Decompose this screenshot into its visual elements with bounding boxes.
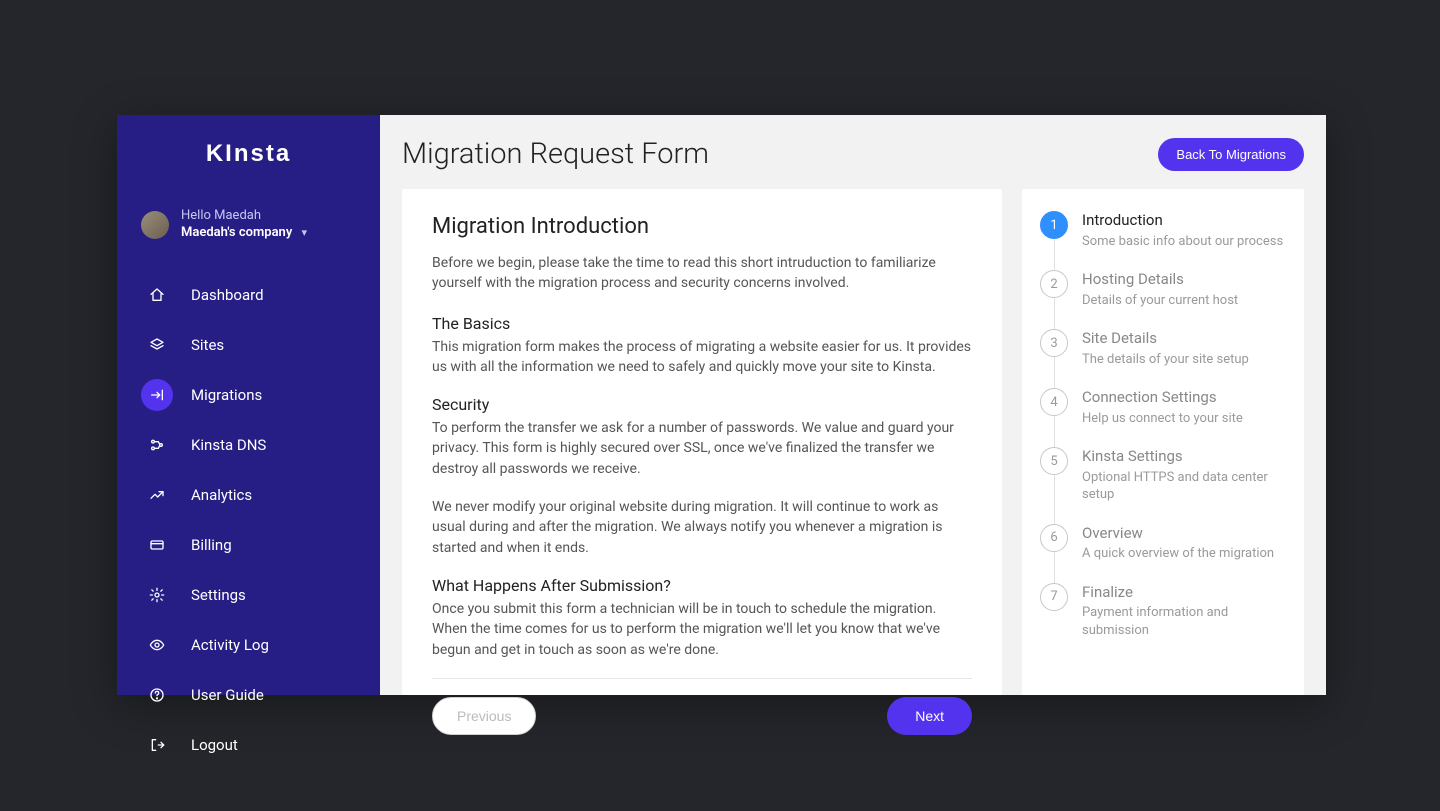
step-item[interactable]: 2 Hosting Details Details of your current … bbox=[1040, 270, 1286, 329]
gear-icon bbox=[141, 579, 173, 611]
step-description: The details of your site setup bbox=[1082, 351, 1286, 369]
section-heading: Security bbox=[432, 395, 972, 414]
step-number: 4 bbox=[1040, 388, 1068, 416]
sidebar-item-settings[interactable]: Settings bbox=[117, 570, 380, 620]
step-description: Payment information and submission bbox=[1082, 604, 1286, 639]
step-description: Some basic info about our process bbox=[1082, 233, 1286, 251]
step-connector bbox=[1054, 239, 1055, 272]
sidebar-item-label: Logout bbox=[191, 736, 238, 754]
step-connector bbox=[1054, 357, 1055, 390]
sidebar-item-sites[interactable]: Sites bbox=[117, 320, 380, 370]
chevron-down-icon: ▾ bbox=[302, 226, 308, 239]
step-item[interactable]: 3 Site Details The details of your site se… bbox=[1040, 329, 1286, 388]
step-number: 3 bbox=[1040, 329, 1068, 357]
step-title: Finalize bbox=[1082, 583, 1286, 603]
step-connector bbox=[1054, 416, 1055, 449]
wizard-nav: Previous Next bbox=[432, 678, 972, 735]
step-connector bbox=[1054, 298, 1055, 331]
chart-icon bbox=[141, 479, 173, 511]
help-icon bbox=[141, 679, 173, 711]
step-number: 1 bbox=[1040, 211, 1068, 239]
sidebar-item-analytics[interactable]: Analytics bbox=[117, 470, 380, 520]
sidebar: KInsta Hello Maedah Maedah's company ▾ D… bbox=[117, 115, 380, 695]
section-body: This migration form makes the process of… bbox=[432, 337, 972, 378]
step-description: Optional HTTPS and data center setup bbox=[1082, 469, 1286, 504]
page-header: Migration Request Form Back To Migration… bbox=[380, 115, 1326, 189]
step-description: Details of your current host bbox=[1082, 292, 1286, 310]
eye-icon bbox=[141, 629, 173, 661]
step-item[interactable]: 4 Connection Settings Help us connect to y… bbox=[1040, 388, 1286, 447]
layers-icon bbox=[141, 329, 173, 361]
sidebar-item-logout[interactable]: Logout bbox=[117, 720, 380, 770]
sidebar-item-label: Kinsta DNS bbox=[191, 436, 266, 454]
step-connector bbox=[1054, 475, 1055, 526]
section-body: We never modify your original website du… bbox=[432, 497, 972, 558]
avatar bbox=[141, 211, 169, 239]
user-greeting: Hello Maedah bbox=[181, 208, 307, 225]
sidebar-item-label: Billing bbox=[191, 536, 232, 554]
step-title: Kinsta Settings bbox=[1082, 447, 1286, 467]
dns-icon bbox=[141, 429, 173, 461]
sidebar-item-migrations[interactable]: Migrations bbox=[117, 370, 380, 420]
sidebar-item-label: Analytics bbox=[191, 486, 252, 504]
section-body: To perform the transfer we ask for a num… bbox=[432, 418, 972, 479]
sidebar-item-billing[interactable]: Billing bbox=[117, 520, 380, 570]
page-title: Migration Request Form bbox=[402, 137, 709, 171]
step-number: 5 bbox=[1040, 447, 1068, 475]
logout-icon bbox=[141, 729, 173, 761]
sidebar-item-dashboard[interactable]: Dashboard bbox=[117, 270, 380, 320]
step-title: Introduction bbox=[1082, 211, 1286, 231]
step-item[interactable]: 7 FinalizePayment information and submiss… bbox=[1040, 583, 1286, 640]
sidebar-item-kinsta-dns[interactable]: Kinsta DNS bbox=[117, 420, 380, 470]
sidebar-item-label: User Guide bbox=[191, 686, 264, 704]
step-title: Site Details bbox=[1082, 329, 1286, 349]
section-body: Once you submit this form a technician w… bbox=[432, 599, 972, 660]
sidebar-item-label: Sites bbox=[191, 336, 224, 354]
step-title: Hosting Details bbox=[1082, 270, 1286, 290]
previous-button[interactable]: Previous bbox=[432, 697, 536, 735]
sidebar-item-label: Activity Log bbox=[191, 636, 269, 654]
account-switcher[interactable]: Hello Maedah Maedah's company ▾ bbox=[117, 208, 380, 270]
migrate-icon bbox=[141, 379, 173, 411]
step-description: A quick overview of the migration bbox=[1082, 545, 1286, 563]
step-number: 6 bbox=[1040, 524, 1068, 552]
step-title: Connection Settings bbox=[1082, 388, 1286, 408]
next-button[interactable]: Next bbox=[887, 697, 972, 735]
sidebar-item-label: Migrations bbox=[191, 386, 262, 404]
step-number: 2 bbox=[1040, 270, 1068, 298]
card-title: Migration Introduction bbox=[432, 214, 972, 239]
step-item[interactable]: 1 Introduction Some basic info about our p… bbox=[1040, 211, 1286, 270]
back-to-migrations-button[interactable]: Back To Migrations bbox=[1158, 138, 1304, 171]
app-frame: KInsta Hello Maedah Maedah's company ▾ D… bbox=[117, 115, 1326, 695]
step-item[interactable]: 5 Kinsta SettingsOptional HTTPS and data … bbox=[1040, 447, 1286, 524]
step-connector bbox=[1054, 552, 1055, 585]
step-number: 7 bbox=[1040, 583, 1068, 611]
step-title: Overview bbox=[1082, 524, 1286, 544]
company-name: Maedah's company bbox=[181, 225, 292, 240]
brand-logo: KInsta bbox=[117, 140, 380, 168]
step-item[interactable]: 6 OverviewA quick overview of the migrati… bbox=[1040, 524, 1286, 583]
section-heading: What Happens After Submission? bbox=[432, 576, 972, 595]
step-list: 1 Introduction Some basic info about our p… bbox=[1022, 189, 1304, 695]
sidebar-item-user-guide[interactable]: User Guide bbox=[117, 670, 380, 720]
sidebar-item-label: Settings bbox=[191, 586, 246, 604]
home-icon bbox=[141, 279, 173, 311]
intro-card: Migration Introduction Before we begin, … bbox=[402, 189, 1002, 695]
sidebar-item-activity-log[interactable]: Activity Log bbox=[117, 620, 380, 670]
main-content: Migration Request Form Back To Migration… bbox=[380, 115, 1326, 695]
intro-paragraph: Before we begin, please take the time to… bbox=[432, 253, 972, 294]
section-heading: The Basics bbox=[432, 314, 972, 333]
step-description: Help us connect to your site bbox=[1082, 410, 1286, 428]
card-icon bbox=[141, 529, 173, 561]
primary-nav: Dashboard Sites Migrations Kinsta DNS Analyt… bbox=[117, 270, 380, 770]
sidebar-item-label: Dashboard bbox=[191, 286, 264, 304]
